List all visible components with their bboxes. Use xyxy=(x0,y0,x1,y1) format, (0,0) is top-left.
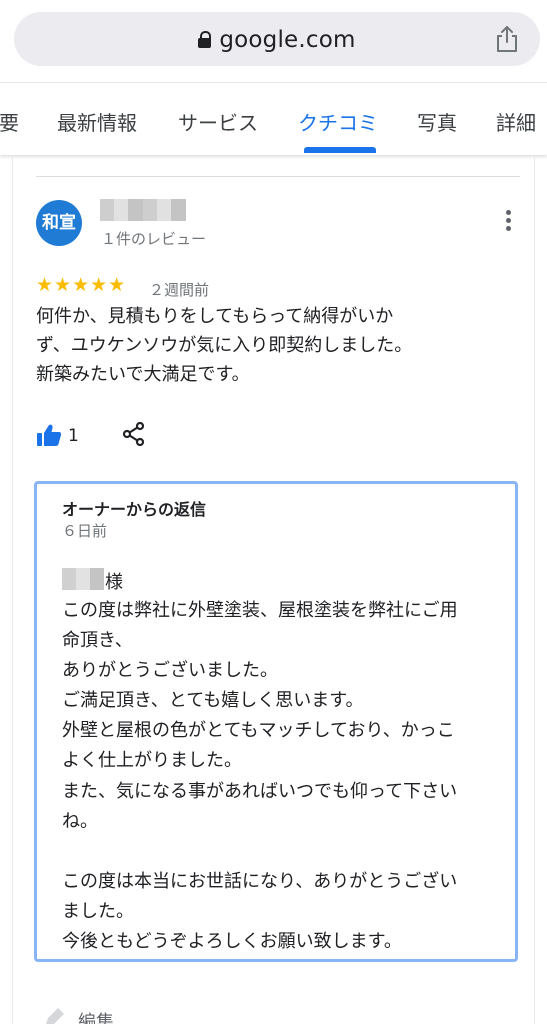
review-text-line: 新築みたいで大満足です。 xyxy=(36,364,250,385)
content-border-right xyxy=(534,155,535,1024)
thumbs-up-icon[interactable] xyxy=(36,423,62,447)
owner-reply-salutation: 様 xyxy=(105,572,123,593)
tab-overview[interactable]: 要 xyxy=(0,107,19,136)
reply-text-line: 今後ともどうぞよろしくお願い致します。 xyxy=(62,931,402,953)
review-time: ２週間前 xyxy=(149,281,210,299)
tab-services[interactable]: サービス xyxy=(178,107,258,136)
review-text-line: 何件か、見積もりをしてもらって納得がいか xyxy=(36,306,394,327)
tab-details[interactable]: 詳細 xyxy=(496,107,536,136)
address-bar[interactable]: google.com xyxy=(14,12,540,66)
owner-reply-text: この度は弊社に外壁塗装、屋根塗装を弊社にご用 命頂き、 ありがとうございました。… xyxy=(62,596,518,957)
content-border-left xyxy=(12,155,13,1024)
url-text: google.com xyxy=(219,27,356,53)
divider xyxy=(36,176,520,177)
more-vert-icon[interactable] xyxy=(504,210,512,232)
share-review-icon[interactable] xyxy=(122,422,146,446)
tab-photos[interactable]: 写真 xyxy=(417,107,457,136)
reply-text-line: この度は弊社に外壁塗装、屋根塗装を弊社にご用 xyxy=(62,600,458,621)
review-text: 何件か、見積もりをしてもらって納得がいか ず、ユウケンソウが気に入り即契約しまし… xyxy=(36,302,476,389)
reviewer-name-redacted[interactable] xyxy=(100,199,186,221)
active-tab-indicator xyxy=(304,147,376,153)
reply-text-line: また、気になる事があればいつでも仰って下さい xyxy=(62,780,458,802)
owner-reply-title: オーナーからの返信 xyxy=(62,500,207,519)
lock-icon xyxy=(198,31,212,48)
edit-button[interactable]: 編集 xyxy=(78,1008,114,1024)
page: google.com 要 最新情報 サービス クチコミ 写真 詳細 和宣 １件の… xyxy=(0,0,547,1024)
tab-bar: 要 最新情報 サービス クチコミ 写真 詳細 xyxy=(0,82,547,155)
reply-text-line: 外壁と屋根の色がとてもマッチしており、かっこ xyxy=(62,720,455,742)
reply-text-line: 命頂き、 xyxy=(62,630,133,652)
reply-text-line: この度は本当にお世話になり、ありがとうござい xyxy=(62,870,458,892)
reply-text-line: ました。 xyxy=(62,900,134,922)
reviewer-review-count: １件のレビュー xyxy=(101,230,207,248)
share-icon[interactable] xyxy=(494,25,520,53)
reply-text-line: よく仕上がりました。 xyxy=(62,750,242,772)
reply-text-line: ご満足頂き、とても嬉しく思います。 xyxy=(62,690,364,712)
tab-updates[interactable]: 最新情報 xyxy=(57,107,137,136)
review-text-line: ず、ユウケンソウが気に入り即契約しました。 xyxy=(36,335,413,356)
reply-text-line: ありがとうございました。 xyxy=(62,660,278,682)
customer-name-redacted xyxy=(62,568,104,590)
browser-toolbar: google.com xyxy=(0,0,547,82)
reply-text-line xyxy=(62,837,518,867)
like-count: 1 xyxy=(68,426,79,446)
url-display[interactable]: google.com xyxy=(14,27,540,53)
reply-text-line: ね。 xyxy=(62,810,98,832)
tab-reviews[interactable]: クチコミ xyxy=(298,107,378,136)
owner-reply-date: ６日前 xyxy=(62,522,108,540)
star-rating: ★★★★★ xyxy=(36,274,127,296)
pencil-icon[interactable] xyxy=(44,1008,68,1024)
avatar[interactable]: 和宣 xyxy=(36,200,82,246)
